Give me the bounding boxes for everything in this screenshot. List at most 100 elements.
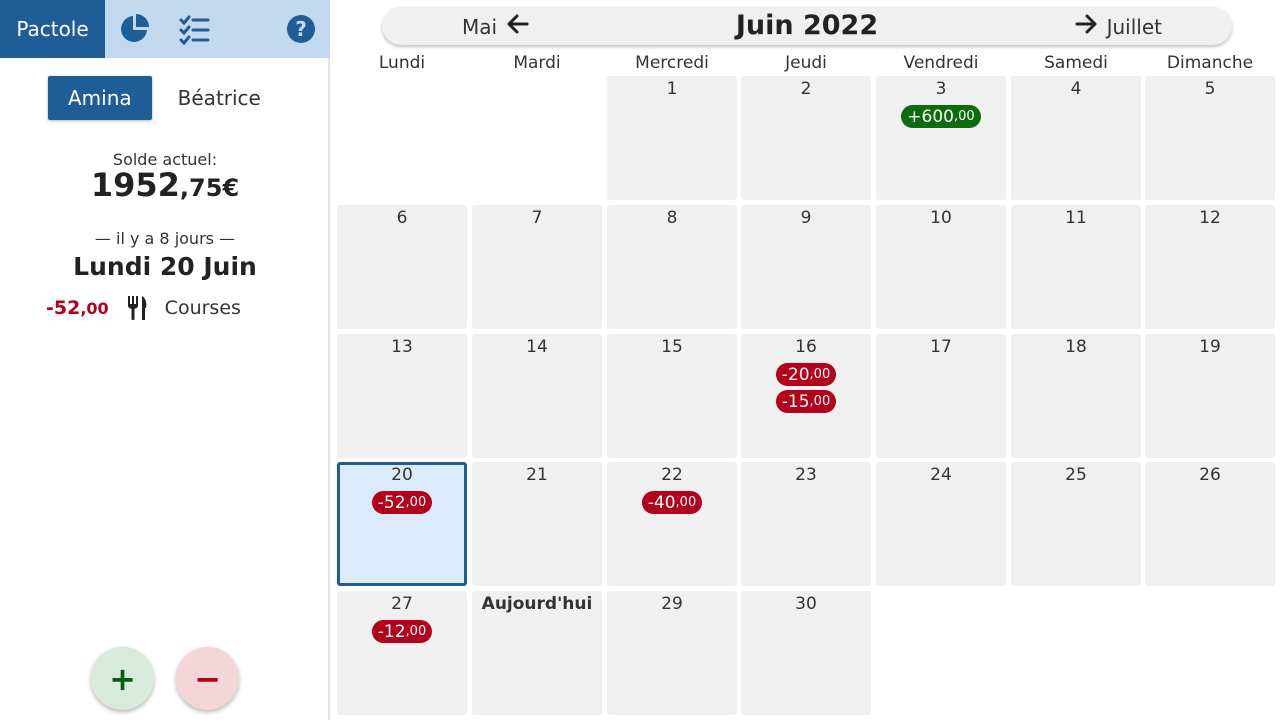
day-number: 24 (930, 465, 952, 485)
calendar-day[interactable]: 22 -40,00 (607, 462, 737, 586)
expense-badge[interactable]: -40,00 (641, 491, 703, 514)
calendar-day[interactable]: 25 (1011, 462, 1141, 586)
add-income-button[interactable]: + (91, 647, 154, 710)
calendar-day[interactable]: 17 (876, 334, 1006, 458)
calendar-day[interactable]: 9 (741, 205, 871, 329)
badge-amount-cents: ,00 (675, 495, 697, 510)
user-switcher: Amina Béatrice (48, 76, 281, 120)
calendar-day[interactable]: 18 (1011, 334, 1141, 458)
calendar-day-today[interactable]: Aujourd'hui (472, 591, 602, 715)
weekday-header: Vendredi (903, 53, 979, 73)
checklist-icon[interactable] (178, 13, 210, 45)
calendar-day[interactable]: 2 (741, 76, 871, 200)
badge-amount-units: -12 (377, 621, 406, 642)
day-number: 27 (391, 594, 413, 614)
badge-amount-cents: ,00 (809, 367, 831, 382)
calendar-day[interactable]: 13 (337, 334, 467, 458)
day-number: 1 (666, 79, 678, 99)
day-number: 10 (930, 208, 952, 228)
day-number: 6 (396, 208, 408, 228)
day-number: 12 (1199, 208, 1221, 228)
day-number: 8 (666, 208, 678, 228)
add-expense-button[interactable]: − (176, 647, 239, 710)
calendar-day[interactable]: 21 (472, 462, 602, 586)
weekday-header: Samedi (1044, 53, 1108, 73)
calendar-day[interactable]: 10 (876, 205, 1006, 329)
badge-amount-units: -20 (781, 364, 810, 385)
calendar-day[interactable]: 12 (1145, 205, 1275, 329)
user-button-amina[interactable]: Amina (48, 76, 152, 120)
calendar-day[interactable]: 11 (1011, 205, 1141, 329)
days-since-label: — il y a 8 jours — (94, 229, 236, 248)
calendar-day[interactable]: 26 (1145, 462, 1275, 586)
selected-date: Lundi 20 Juin (73, 252, 257, 281)
calendar-day[interactable]: 8 (607, 205, 737, 329)
expense-badge[interactable]: -52,00 (371, 491, 433, 514)
transaction-amount: -52,00 (46, 297, 109, 319)
day-number: 19 (1199, 337, 1221, 357)
weekday-header: Jeudi (785, 53, 827, 73)
day-number: 7 (531, 208, 543, 228)
svg-text:?: ? (295, 17, 307, 41)
badge-amount-units: -40 (647, 492, 676, 513)
day-number: 30 (795, 594, 817, 614)
badge-amount-cents: ,00 (809, 394, 831, 409)
badge-amount-cents: ,00 (405, 495, 427, 510)
weekday-header: Lundi (378, 53, 426, 73)
day-transactions: -20,00 -15,00 (741, 363, 871, 413)
calendar-day[interactable]: 27 -12,00 (337, 591, 467, 715)
day-number: 29 (661, 594, 683, 614)
day-number: 17 (930, 337, 952, 357)
transaction-amount-cents: ,00 (80, 299, 109, 318)
sidebar: Pactole ? Amina Béatrice Solde actuel: 1… (0, 0, 330, 720)
expense-badge[interactable]: -20,00 (775, 363, 837, 386)
day-number: 2 (800, 79, 812, 99)
utensils-icon (127, 296, 149, 320)
badge-amount-units: -52 (377, 492, 406, 513)
calendar-day[interactable]: 30 (741, 591, 871, 715)
calendar-day[interactable]: 1 (607, 76, 737, 200)
top-bar: Pactole ? (0, 0, 330, 58)
expense-badge[interactable]: -12,00 (371, 620, 433, 643)
day-number: 13 (391, 337, 413, 357)
transaction-amount-units: -52 (46, 297, 81, 319)
expense-badge[interactable]: -15,00 (775, 390, 837, 413)
day-transactions: -52,00 (340, 491, 464, 514)
next-month-button[interactable]: Juillet (1075, 14, 1162, 39)
day-number: Aujourd'hui (481, 594, 593, 614)
calendar-day[interactable]: 3 +600,00 (876, 76, 1006, 200)
next-month-label: Juillet (1106, 14, 1162, 39)
calendar-day[interactable]: 19 (1145, 334, 1275, 458)
brand-tab[interactable]: Pactole (0, 0, 105, 58)
income-badge[interactable]: +600,00 (901, 105, 981, 128)
transaction-row[interactable]: -52,00 Courses (46, 296, 241, 320)
day-transactions: -40,00 (607, 491, 737, 514)
calendar-day[interactable]: 29 (607, 591, 737, 715)
help-icon[interactable]: ? (285, 13, 317, 45)
day-number: 11 (1065, 208, 1087, 228)
month-navigation: Mai Juin 2022 Juillet (382, 7, 1232, 45)
calendar-day[interactable]: 4 (1011, 76, 1141, 200)
day-number: 15 (661, 337, 683, 357)
day-transactions: -12,00 (337, 620, 467, 643)
balance-units: 1952 (90, 166, 180, 204)
calendar-day[interactable]: 16 -20,00 -15,00 (741, 334, 871, 458)
day-number: 22 (661, 465, 683, 485)
calendar-day[interactable]: 23 (741, 462, 871, 586)
day-number: 4 (1070, 79, 1082, 99)
day-transactions: +600,00 (876, 105, 1006, 128)
calendar-day[interactable]: 20 -52,00 (337, 462, 467, 586)
calendar-day[interactable]: 5 (1145, 76, 1275, 200)
transaction-category: Courses (164, 297, 241, 319)
weekday-header: Mercredi (635, 53, 709, 73)
user-button-beatrice[interactable]: Béatrice (158, 76, 281, 120)
pie-chart-icon[interactable] (118, 13, 150, 45)
calendar-day[interactable]: 7 (472, 205, 602, 329)
calendar-day[interactable]: 24 (876, 462, 1006, 586)
day-number: 18 (1065, 337, 1087, 357)
calendar-day[interactable]: 15 (607, 334, 737, 458)
balance-cents: ,75€ (179, 174, 240, 202)
calendar-day[interactable]: 6 (337, 205, 467, 329)
badge-amount-cents: ,00 (405, 624, 427, 639)
calendar-day[interactable]: 14 (472, 334, 602, 458)
